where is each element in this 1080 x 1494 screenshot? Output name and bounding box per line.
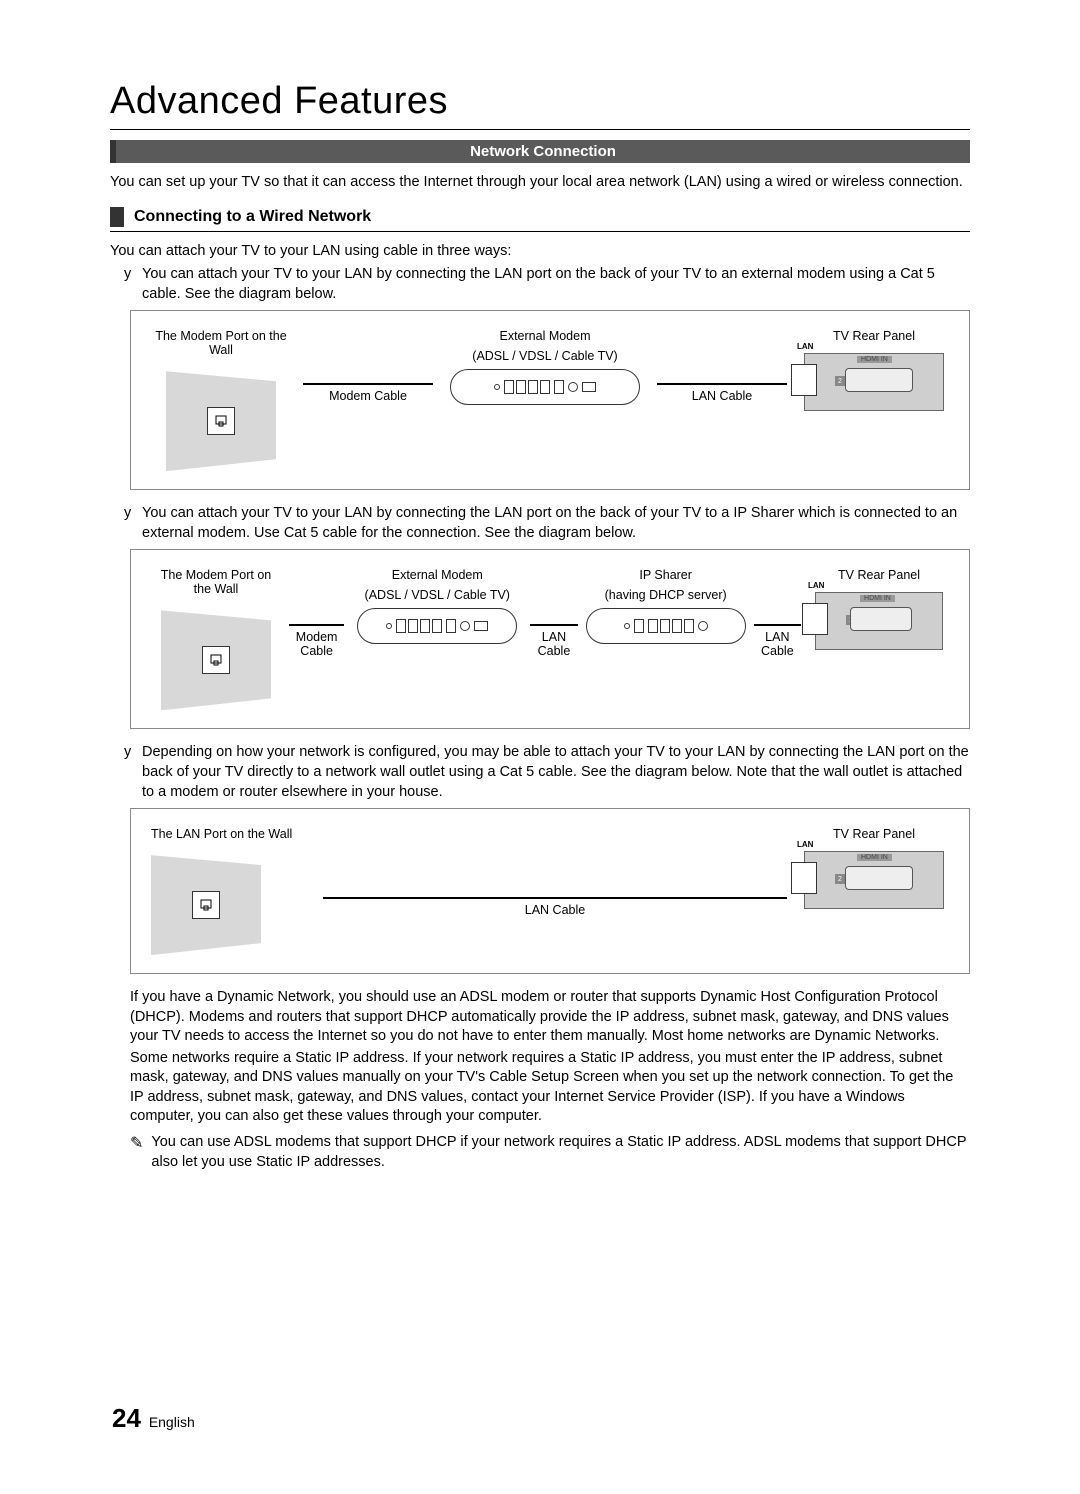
tv-panel-icon: LAN 2 HDMI IN xyxy=(815,592,943,650)
sub-heading: Connecting to a Wired Network xyxy=(134,208,371,226)
wall-port-icon xyxy=(192,891,220,919)
port-number: 2 xyxy=(835,874,845,884)
d1-tv-label: TV Rear Panel xyxy=(833,329,915,343)
hdmi-port-icon xyxy=(850,607,912,631)
ip-sharer-icon xyxy=(586,608,746,644)
lan-port-label: LAN xyxy=(797,840,813,849)
d2-tv-label: TV Rear Panel xyxy=(838,568,920,582)
bullet-3: Depending on how your network is configu… xyxy=(124,743,970,802)
wall-port-icon xyxy=(202,646,230,674)
hdmi-label: HDMI IN xyxy=(860,595,895,602)
modem-icon xyxy=(357,608,517,644)
diagram-3: The LAN Port on the Wall LAN Cable TV Re… xyxy=(130,808,970,974)
lan-port-icon xyxy=(802,603,828,635)
page-language: English xyxy=(149,1414,195,1430)
d3-cable1: LAN Cable xyxy=(525,903,585,917)
note-text: You can use ADSL modems that support DHC… xyxy=(151,1133,970,1172)
subsection-header: Connecting to a Wired Network xyxy=(110,207,970,232)
d2-cable2: LAN Cable xyxy=(530,630,577,658)
diagram-2: The Modem Port on the Wall Modem Cable E… xyxy=(130,549,970,729)
paragraph-1: If you have a Dynamic Network, you shoul… xyxy=(110,988,970,1047)
d2-modem-sub: (ADSL / VDSL / Cable TV) xyxy=(365,588,510,602)
d2-sharer-top: IP Sharer xyxy=(639,568,692,582)
bullet-2: You can attach your TV to your LAN by co… xyxy=(124,504,970,543)
d3-tv-label: TV Rear Panel xyxy=(833,827,915,841)
tv-panel-icon: LAN 2 HDMI IN xyxy=(804,851,944,909)
hdmi-port-icon xyxy=(845,866,913,890)
tv-panel-icon: LAN 2 HDMI IN xyxy=(804,353,944,411)
intro-text: You can set up your TV so that it can ac… xyxy=(110,173,970,193)
section-band: Network Connection xyxy=(110,140,970,163)
hdmi-label: HDMI IN xyxy=(857,854,892,861)
d1-modem-sub: (ADSL / VDSL / Cable TV) xyxy=(472,349,617,363)
wall-icon xyxy=(161,610,271,710)
hdmi-label: HDMI IN xyxy=(857,356,892,363)
d2-modem-top: External Modem xyxy=(392,568,483,582)
note-icon: ✎ xyxy=(130,1133,143,1172)
wall-port-icon xyxy=(207,407,235,435)
hdmi-port-icon xyxy=(845,368,913,392)
bullet-1: You can attach your TV to your LAN by co… xyxy=(124,265,970,304)
lead-text: You can attach your TV to your LAN using… xyxy=(110,242,970,262)
diagram-1: The Modem Port on the Wall Modem Cable E… xyxy=(130,310,970,490)
wall-icon xyxy=(151,855,261,955)
d3-wall-label: The LAN Port on the Wall xyxy=(151,827,292,841)
wall-icon xyxy=(166,371,276,471)
d2-wall-label: The Modem Port on the Wall xyxy=(151,568,281,596)
d1-modem-top: External Modem xyxy=(499,329,590,343)
lan-port-label: LAN xyxy=(797,342,813,351)
lan-port-icon xyxy=(791,364,817,396)
d2-cable1: Modem Cable xyxy=(289,630,344,658)
port-number: 2 xyxy=(835,376,845,386)
modem-icon xyxy=(450,369,640,405)
d1-cable1: Modem Cable xyxy=(329,389,407,403)
paragraph-2: Some networks require a Static IP addres… xyxy=(110,1049,970,1127)
d1-wall-label: The Modem Port on the Wall xyxy=(151,329,291,357)
page-number: 24 xyxy=(112,1403,141,1433)
d2-cable3: LAN Cable xyxy=(754,630,801,658)
page-title: Advanced Features xyxy=(110,80,970,130)
d1-cable2: LAN Cable xyxy=(692,389,752,403)
lan-port-label: LAN xyxy=(808,581,824,590)
note-row: ✎ You can use ADSL modems that support D… xyxy=(110,1133,970,1172)
d2-sharer-sub: (having DHCP server) xyxy=(605,588,727,602)
lan-port-icon xyxy=(791,862,817,894)
page-footer: 24 English xyxy=(112,1403,195,1434)
heading-marker xyxy=(110,207,124,227)
